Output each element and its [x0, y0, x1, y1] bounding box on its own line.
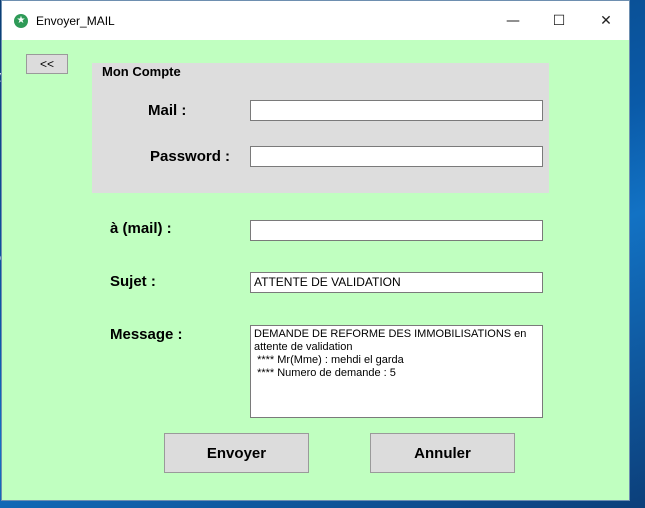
mail-input[interactable]	[250, 100, 543, 121]
back-button[interactable]: <<	[26, 54, 68, 74]
star-circle-icon: ★	[14, 13, 28, 28]
message-label: Message :	[110, 326, 183, 343]
password-label: Password :	[150, 148, 231, 165]
subject-input[interactable]: ATTENTE DE VALIDATION	[250, 272, 543, 293]
title-bar[interactable]: ★ Envoyer_MAIL — ☐ ✕	[2, 1, 629, 40]
password-input[interactable]	[250, 146, 543, 167]
subject-label: Sujet :	[110, 273, 156, 290]
cancel-button[interactable]: Annuler	[370, 433, 515, 473]
group-title: Mon Compte	[102, 64, 181, 79]
window-title: Envoyer_MAIL	[36, 13, 115, 28]
message-textarea[interactable]: DEMANDE DE REFORME DES IMMOBILISATIONS e…	[250, 325, 543, 418]
mon-compte-group: Mon Compte	[92, 63, 549, 193]
mail-label: Mail :	[148, 102, 187, 119]
maximize-button[interactable]: ☐	[536, 1, 582, 40]
envoyer-mail-window: ★ Envoyer_MAIL — ☐ ✕ << Mon Compte Mail …	[1, 0, 630, 501]
close-button[interactable]: ✕	[583, 1, 629, 40]
send-button[interactable]: Envoyer	[164, 433, 309, 473]
to-mail-label: à (mail) :	[110, 220, 172, 237]
minimize-button[interactable]: —	[490, 1, 536, 40]
to-mail-input[interactable]	[250, 220, 543, 241]
